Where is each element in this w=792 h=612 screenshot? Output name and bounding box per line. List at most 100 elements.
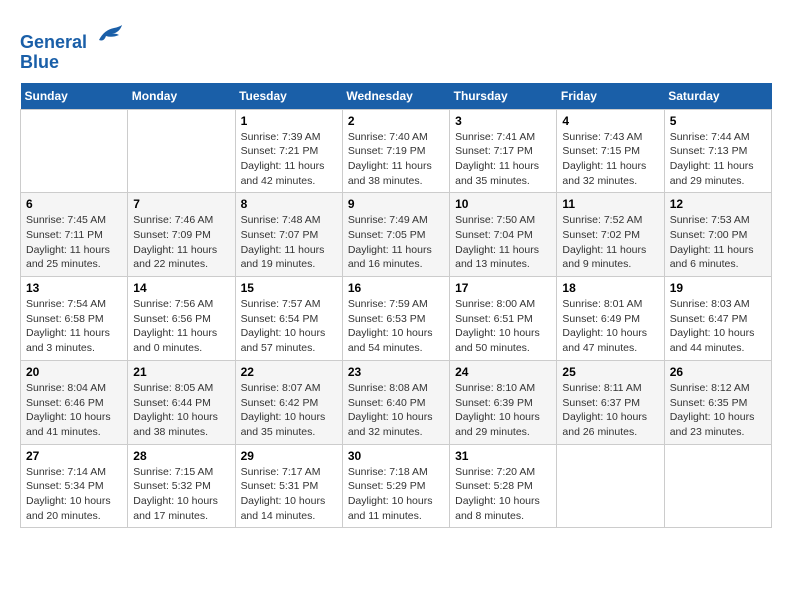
day-number: 25	[562, 365, 658, 379]
day-number: 5	[670, 114, 766, 128]
day-info: Sunrise: 7:50 AMSunset: 7:04 PMDaylight:…	[455, 213, 551, 272]
day-number: 16	[348, 281, 444, 295]
calendar-week-row: 27 Sunrise: 7:14 AMSunset: 5:34 PMDayligh…	[21, 444, 772, 528]
calendar-cell	[128, 109, 235, 193]
calendar-cell: 10 Sunrise: 7:50 AMSunset: 7:04 PMDayligh…	[450, 193, 557, 277]
day-info: Sunrise: 7:53 AMSunset: 7:00 PMDaylight:…	[670, 213, 766, 272]
calendar-cell: 12 Sunrise: 7:53 AMSunset: 7:00 PMDayligh…	[664, 193, 771, 277]
calendar-cell: 19 Sunrise: 8:03 AMSunset: 6:47 PMDayligh…	[664, 277, 771, 361]
calendar-table: SundayMondayTuesdayWednesdayThursdayFrid…	[20, 83, 772, 529]
header-saturday: Saturday	[664, 83, 771, 110]
day-info: Sunrise: 8:07 AMSunset: 6:42 PMDaylight:…	[241, 381, 337, 440]
calendar-cell	[664, 444, 771, 528]
calendar-cell: 28Sunrise: 7:15 AMSunset: 5:32 PMDayligh…	[128, 444, 235, 528]
day-info: Sunrise: 8:01 AMSunset: 6:49 PMDaylight:…	[562, 297, 658, 356]
calendar-week-row: 13 Sunrise: 7:54 AMSunset: 6:58 PMDayligh…	[21, 277, 772, 361]
header-friday: Friday	[557, 83, 664, 110]
day-number: 30	[348, 449, 444, 463]
header-thursday: Thursday	[450, 83, 557, 110]
calendar-cell: 6Sunrise: 7:45 AMSunset: 7:11 PMDaylight…	[21, 193, 128, 277]
day-info: Sunrise: 7:49 AMSunset: 7:05 PMDaylight:…	[348, 213, 444, 272]
day-number: 13	[26, 281, 122, 295]
logo-text: General	[20, 20, 124, 53]
day-number: 21	[133, 365, 229, 379]
day-number: 18	[562, 281, 658, 295]
calendar-cell: 11 Sunrise: 7:52 AMSunset: 7:02 PMDayligh…	[557, 193, 664, 277]
calendar-week-row: 20Sunrise: 8:04 AMSunset: 6:46 PMDayligh…	[21, 360, 772, 444]
day-number: 2	[348, 114, 444, 128]
day-info: Sunrise: 7:20 AMSunset: 5:28 PMDaylight:…	[455, 465, 551, 524]
day-info: Sunrise: 8:04 AMSunset: 6:46 PMDaylight:…	[26, 381, 122, 440]
calendar-cell: 17Sunrise: 8:00 AMSunset: 6:51 PMDayligh…	[450, 277, 557, 361]
day-number: 11	[562, 197, 658, 211]
calendar-cell: 5 Sunrise: 7:44 AMSunset: 7:13 PMDaylight…	[664, 109, 771, 193]
day-info: Sunrise: 8:03 AMSunset: 6:47 PMDaylight:…	[670, 297, 766, 356]
header-wednesday: Wednesday	[342, 83, 449, 110]
calendar-cell: 14 Sunrise: 7:56 AMSunset: 6:56 PMDayligh…	[128, 277, 235, 361]
day-info: Sunrise: 8:10 AMSunset: 6:39 PMDaylight:…	[455, 381, 551, 440]
day-info: Sunrise: 7:44 AMSunset: 7:13 PMDaylight:…	[670, 130, 766, 189]
calendar-cell: 20Sunrise: 8:04 AMSunset: 6:46 PMDayligh…	[21, 360, 128, 444]
day-number: 24	[455, 365, 551, 379]
day-info: Sunrise: 7:54 AMSunset: 6:58 PMDaylight:…	[26, 297, 122, 356]
calendar-cell: 31Sunrise: 7:20 AMSunset: 5:28 PMDayligh…	[450, 444, 557, 528]
day-info: Sunrise: 7:57 AMSunset: 6:54 PMDaylight:…	[241, 297, 337, 356]
day-number: 9	[348, 197, 444, 211]
day-info: Sunrise: 7:41 AMSunset: 7:17 PMDaylight:…	[455, 130, 551, 189]
day-number: 3	[455, 114, 551, 128]
day-info: Sunrise: 7:40 AMSunset: 7:19 PMDaylight:…	[348, 130, 444, 189]
day-number: 15	[241, 281, 337, 295]
calendar-cell: 9 Sunrise: 7:49 AMSunset: 7:05 PMDaylight…	[342, 193, 449, 277]
calendar-cell: 2 Sunrise: 7:40 AMSunset: 7:19 PMDaylight…	[342, 109, 449, 193]
calendar-cell	[21, 109, 128, 193]
calendar-cell: 30Sunrise: 7:18 AMSunset: 5:29 PMDayligh…	[342, 444, 449, 528]
calendar-cell	[557, 444, 664, 528]
day-number: 19	[670, 281, 766, 295]
calendar-cell: 1 Sunrise: 7:39 AMSunset: 7:21 PMDaylight…	[235, 109, 342, 193]
day-info: Sunrise: 7:43 AMSunset: 7:15 PMDaylight:…	[562, 130, 658, 189]
day-number: 23	[348, 365, 444, 379]
calendar-cell: 22Sunrise: 8:07 AMSunset: 6:42 PMDayligh…	[235, 360, 342, 444]
day-info: Sunrise: 7:48 AMSunset: 7:07 PMDaylight:…	[241, 213, 337, 272]
day-number: 1	[241, 114, 337, 128]
day-info: Sunrise: 7:17 AMSunset: 5:31 PMDaylight:…	[241, 465, 337, 524]
calendar-cell: 23 Sunrise: 8:08 AMSunset: 6:40 PMDayligh…	[342, 360, 449, 444]
calendar-cell: 8 Sunrise: 7:48 AMSunset: 7:07 PMDaylight…	[235, 193, 342, 277]
day-number: 7	[133, 197, 229, 211]
day-number: 17	[455, 281, 551, 295]
day-number: 12	[670, 197, 766, 211]
calendar-cell: 16 Sunrise: 7:59 AMSunset: 6:53 PMDayligh…	[342, 277, 449, 361]
day-info: Sunrise: 7:59 AMSunset: 6:53 PMDaylight:…	[348, 297, 444, 356]
day-info: Sunrise: 7:15 AMSunset: 5:32 PMDaylight:…	[133, 465, 229, 524]
logo-blue-text: Blue	[20, 53, 124, 73]
calendar-header-row: SundayMondayTuesdayWednesdayThursdayFrid…	[21, 83, 772, 110]
calendar-cell: 27 Sunrise: 7:14 AMSunset: 5:34 PMDayligh…	[21, 444, 128, 528]
day-number: 8	[241, 197, 337, 211]
day-number: 26	[670, 365, 766, 379]
day-info: Sunrise: 8:08 AMSunset: 6:40 PMDaylight:…	[348, 381, 444, 440]
calendar-cell: 24 Sunrise: 8:10 AMSunset: 6:39 PMDayligh…	[450, 360, 557, 444]
day-info: Sunrise: 7:39 AMSunset: 7:21 PMDaylight:…	[241, 130, 337, 189]
header-monday: Monday	[128, 83, 235, 110]
calendar-cell: 26 Sunrise: 8:12 AMSunset: 6:35 PMDayligh…	[664, 360, 771, 444]
page-header: General Blue	[20, 20, 772, 73]
calendar-cell: 25Sunrise: 8:11 AMSunset: 6:37 PMDayligh…	[557, 360, 664, 444]
logo-bird-icon	[94, 20, 124, 48]
calendar-cell: 18 Sunrise: 8:01 AMSunset: 6:49 PMDayligh…	[557, 277, 664, 361]
calendar-cell: 15 Sunrise: 7:57 AMSunset: 6:54 PMDayligh…	[235, 277, 342, 361]
day-info: Sunrise: 8:12 AMSunset: 6:35 PMDaylight:…	[670, 381, 766, 440]
calendar-cell: 21Sunrise: 8:05 AMSunset: 6:44 PMDayligh…	[128, 360, 235, 444]
day-info: Sunrise: 7:52 AMSunset: 7:02 PMDaylight:…	[562, 213, 658, 272]
day-number: 14	[133, 281, 229, 295]
day-number: 10	[455, 197, 551, 211]
day-number: 27	[26, 449, 122, 463]
calendar-week-row: 1 Sunrise: 7:39 AMSunset: 7:21 PMDaylight…	[21, 109, 772, 193]
calendar-cell: 4Sunrise: 7:43 AMSunset: 7:15 PMDaylight…	[557, 109, 664, 193]
calendar-week-row: 6Sunrise: 7:45 AMSunset: 7:11 PMDaylight…	[21, 193, 772, 277]
header-tuesday: Tuesday	[235, 83, 342, 110]
logo: General Blue	[20, 20, 124, 73]
day-number: 6	[26, 197, 122, 211]
day-info: Sunrise: 7:56 AMSunset: 6:56 PMDaylight:…	[133, 297, 229, 356]
day-info: Sunrise: 7:14 AMSunset: 5:34 PMDaylight:…	[26, 465, 122, 524]
day-info: Sunrise: 7:46 AMSunset: 7:09 PMDaylight:…	[133, 213, 229, 272]
